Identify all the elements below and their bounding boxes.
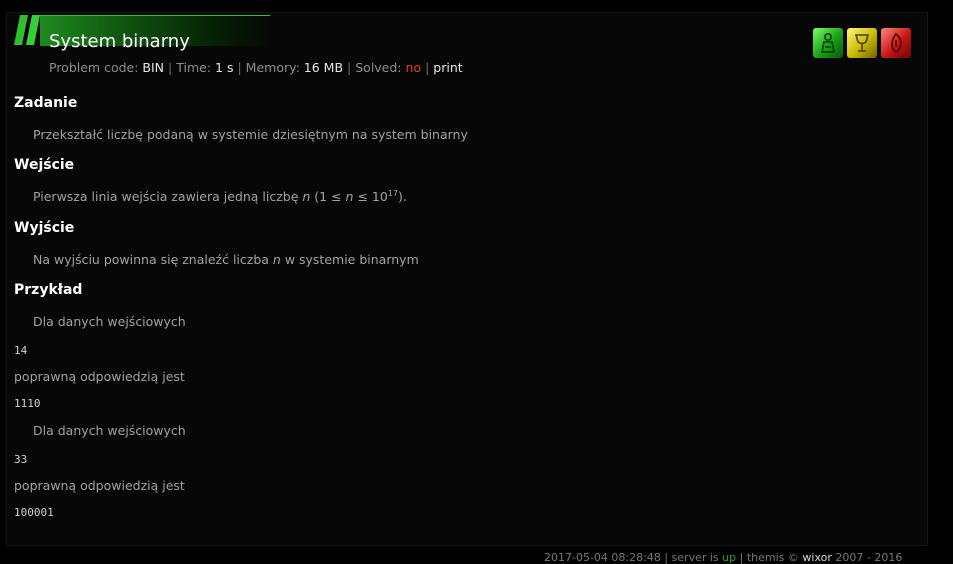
task-text: Przekształć liczbę podaną w systemie dzi…: [33, 127, 468, 142]
status-icons: [813, 28, 911, 58]
footer-server-status: up: [722, 551, 737, 564]
example-output: 100001: [14, 506, 54, 519]
example-input: 33: [14, 453, 28, 466]
problem-panel: [6, 12, 928, 546]
output-heading: Wyjście: [14, 220, 75, 236]
meta-separator: |: [237, 60, 242, 75]
footer-server-text: server is: [671, 551, 719, 564]
meta-separator: |: [425, 60, 430, 75]
trophy-icon[interactable]: [847, 28, 877, 58]
footer-engine: themis: [746, 551, 785, 564]
footer-datetime: 2017-05-04 08:28:48: [544, 551, 661, 564]
accepted-icon[interactable]: [813, 28, 843, 58]
footer-separator: |: [739, 551, 744, 564]
problem-meta: Problem code: BIN | Time: 1 s | Memory: …: [49, 60, 463, 76]
input-exponent: 17: [387, 189, 398, 198]
example-heading: Przykład: [14, 282, 83, 298]
footer: 2017-05-04 08:28:48 | server is up | the…: [544, 552, 902, 564]
memory-value: 16 MB: [303, 60, 344, 75]
input-heading: Wejście: [14, 157, 75, 173]
time-label: Time:: [176, 60, 212, 75]
memory-label: Memory:: [245, 60, 300, 75]
footer-separator: |: [664, 551, 669, 564]
time-value: 1 s: [215, 60, 234, 75]
input-range-close: ).: [398, 189, 407, 204]
example-input-label: Dla danych wejściowych: [33, 314, 186, 329]
input-text-start: Pierwsza linia wejścia zawiera jedną lic…: [33, 189, 303, 204]
rejected-icon[interactable]: [881, 28, 911, 58]
example-output: 1110: [14, 397, 41, 410]
footer-years: 2007 - 2016: [835, 551, 903, 564]
meta-separator: |: [168, 60, 173, 75]
input-text: Pierwsza linia wejścia zawiera jedną lic…: [33, 189, 407, 205]
input-range-open: (1 ≤: [310, 189, 346, 204]
footer-copyright: ©: [787, 551, 799, 564]
example-answer-label: poprawną odpowiedzią jest: [14, 478, 185, 493]
input-range-bound: ≤ 10: [353, 189, 388, 204]
output-text-end: w systemie binarnym: [280, 252, 419, 267]
task-heading: Zadanie: [14, 95, 78, 111]
code-label: Problem code:: [49, 60, 139, 75]
meta-separator: |: [347, 60, 352, 75]
example-answer-label: poprawną odpowiedzią jest: [14, 369, 185, 384]
example-input-label: Dla danych wejściowych: [33, 423, 186, 438]
output-variable: n: [272, 252, 281, 267]
code-value: BIN: [142, 60, 165, 75]
print-link[interactable]: print: [433, 60, 462, 75]
solved-label: Solved:: [355, 60, 402, 75]
example-input: 14: [14, 344, 28, 357]
output-text: Na wyjściu powinna się znaleźć liczba n …: [33, 252, 419, 268]
solved-value: no: [405, 60, 422, 75]
output-text-start: Na wyjściu powinna się znaleźć liczba: [33, 252, 273, 267]
page-title: System binarny: [49, 31, 190, 52]
footer-brand[interactable]: wixor: [802, 551, 831, 564]
